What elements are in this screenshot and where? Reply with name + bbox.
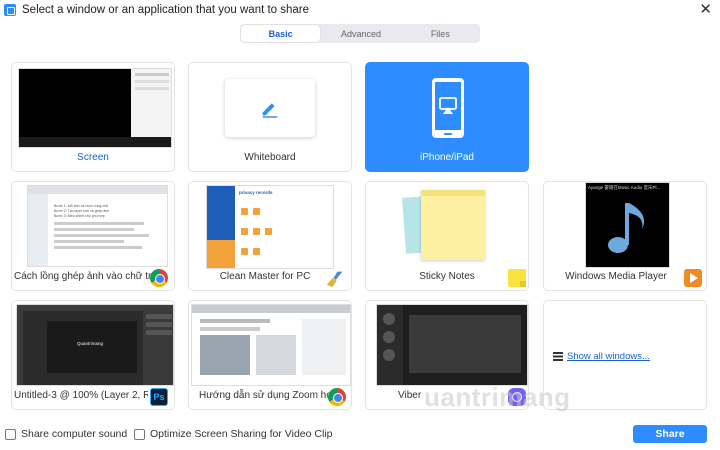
share-sound-checkbox[interactable]	[5, 429, 16, 440]
close-icon[interactable]: ✕	[699, 1, 712, 19]
watermark: uantrimang	[424, 382, 571, 412]
tile-label-photoshop: Untitled-3 @ 100% (Layer 2, RGB/...	[14, 390, 148, 401]
tab-advanced[interactable]: Advanced	[321, 24, 400, 43]
tile-clean-master[interactable]: privacy records Clean Master for PC	[188, 181, 352, 291]
broom-icon	[326, 271, 343, 288]
tile-iphone-ipad[interactable]: iPhone/iPad	[365, 62, 529, 172]
photoshop-thumbnail: Quantrimang	[16, 304, 174, 386]
whiteboard-card	[225, 79, 315, 137]
pencil-icon	[262, 103, 278, 118]
tile-label-iphone-ipad: iPhone/iPad	[420, 152, 474, 163]
chrome-icon	[328, 388, 346, 406]
tile-label-chrome-zoom-guide: Hướng dẫn sử dụng Zoom học tr...	[199, 390, 329, 401]
sticky-note-card	[421, 190, 485, 260]
tile-sticky-notes[interactable]: Sticky Notes	[365, 181, 529, 291]
zoom-app-icon	[4, 4, 16, 16]
chrome-icon	[150, 269, 168, 287]
share-grid: Screen Whiteboard iPhone/iPad Bước 1: Mở	[0, 60, 720, 416]
document-thumbnail: Bước 1: Mở ảnh và chọn vùng chữ Bước 2: …	[27, 185, 168, 267]
music-note-icon	[608, 203, 645, 253]
clean-master-thumbnail: privacy records	[206, 185, 334, 269]
tile-label-sticky-notes: Sticky Notes	[419, 271, 475, 282]
tile-label-clean-master: Clean Master for PC	[219, 271, 311, 282]
tile-chrome-document[interactable]: Bước 1: Mở ảnh và chọn vùng chữ Bước 2: …	[11, 181, 175, 291]
tile-label-screen: Screen	[77, 152, 109, 163]
clean-master-header: privacy records	[239, 190, 273, 195]
title-bar: Select a window or an application that y…	[0, 0, 720, 20]
show-all-windows-label[interactable]: Show all windows...	[567, 351, 650, 362]
share-sound-label: Share computer sound	[21, 428, 128, 440]
zoom-guide-thumbnail	[191, 304, 351, 386]
tile-photoshop[interactable]: Quantrimang Untitled-3 @ 100% (Layer 2, …	[11, 300, 175, 410]
viber-thumbnail	[376, 304, 528, 386]
tab-files[interactable]: Files	[401, 24, 480, 43]
tile-windows-media-player[interactable]: Ayange 雷雨在Music Audio 音乐Pl... Windows Me…	[543, 181, 707, 291]
window-title: Select a window or an application that y…	[22, 4, 310, 16]
doc-line: Bước 3: Điều chỉnh cho phù hợp	[54, 214, 105, 218]
optimize-video-checkbox[interactable]	[134, 429, 145, 440]
share-tabs: Basic Advanced Files	[240, 24, 480, 43]
photoshop-canvas-title: Quantrimang	[77, 341, 104, 346]
tab-basic[interactable]: Basic	[241, 25, 321, 42]
media-player-thumbnail: Ayange 雷雨在Music Audio 音乐Pl...	[585, 182, 670, 268]
photoshop-icon: Ps	[150, 388, 168, 406]
bottom-bar: Share computer sound Optimize Screen Sha…	[0, 418, 720, 450]
media-player-track: Ayange 雷雨在Music Audio 音乐Pl...	[588, 185, 661, 190]
optimize-video-label: Optimize Screen Sharing for Video Clip	[150, 428, 333, 440]
media-player-icon	[684, 269, 702, 287]
show-all-windows-link[interactable]: Show all windows...	[553, 351, 650, 362]
tile-label-windows-media-player: Windows Media Player	[565, 271, 667, 282]
tile-label-chrome-document: Cách lồng ghép ảnh vào chữ tro...	[14, 271, 152, 282]
share-button[interactable]: Share	[633, 425, 707, 443]
tile-label-whiteboard: Whiteboard	[244, 152, 296, 163]
tile-chrome-zoom-guide[interactable]: Hướng dẫn sử dụng Zoom học tr...	[188, 300, 352, 410]
tile-screen[interactable]: Screen	[11, 62, 175, 172]
sticky-notes-icon	[508, 269, 526, 287]
tile-whiteboard[interactable]: Whiteboard	[188, 62, 352, 172]
show-windows-icon	[553, 352, 563, 361]
screen-thumbnail	[18, 68, 172, 148]
airplay-icon	[432, 78, 464, 138]
